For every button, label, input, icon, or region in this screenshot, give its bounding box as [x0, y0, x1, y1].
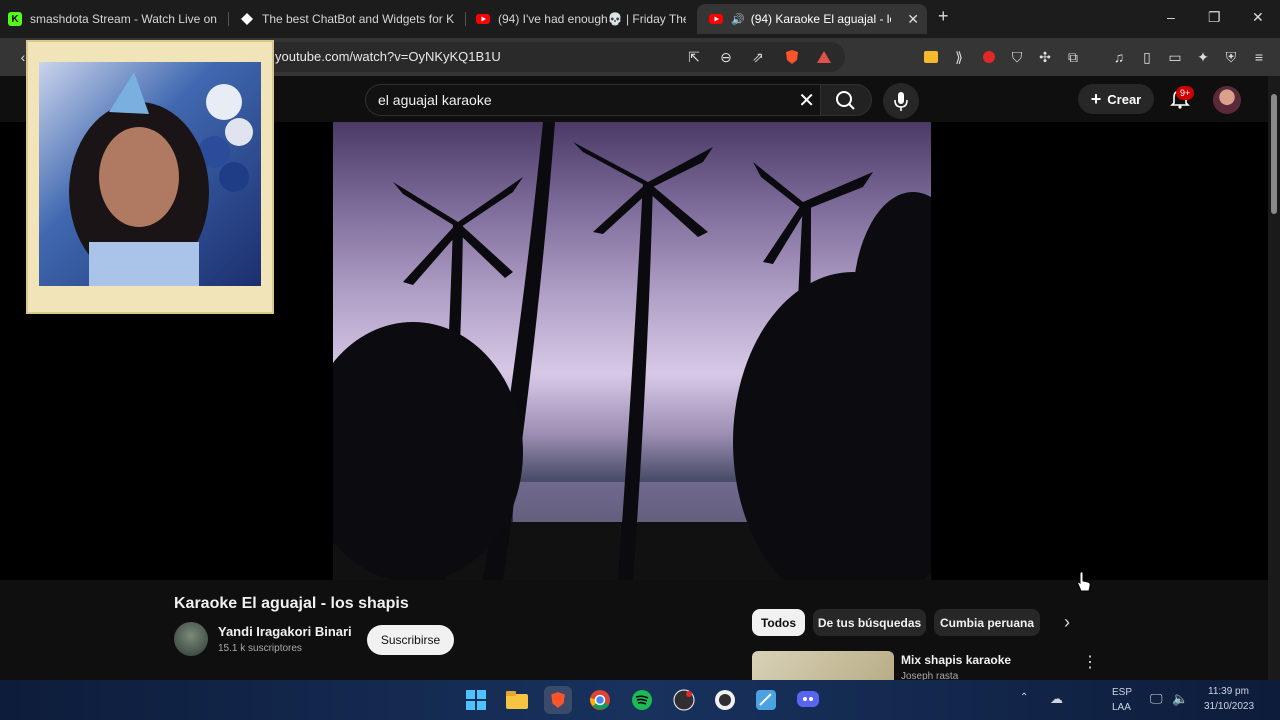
screenshot-icon[interactable]: ⧉ [1064, 48, 1082, 66]
scrollbar-thumb[interactable] [1271, 94, 1277, 214]
zoom-out-icon[interactable]: ⊖ [717, 48, 735, 66]
sidebar-icon[interactable]: ▯ [1138, 48, 1156, 66]
chip-all[interactable]: Todos [752, 609, 805, 636]
chip-from-searches[interactable]: De tus búsquedas [813, 609, 926, 636]
microphone-icon [894, 92, 908, 111]
language-code[interactable]: ESP [1112, 687, 1132, 698]
file-explorer-icon[interactable] [503, 686, 531, 714]
clock-date[interactable]: 31/10/2023 [1204, 701, 1254, 712]
cloud-icon[interactable]: ☁ [1050, 691, 1063, 707]
chrome-icon[interactable] [586, 686, 614, 714]
clear-search-icon[interactable]: ✕ [798, 88, 815, 113]
recommendation-thumbnail[interactable] [752, 651, 894, 680]
windows-start-icon[interactable] [462, 686, 490, 714]
wallet-extension-icon[interactable] [922, 48, 940, 66]
tab-title: (94) I've had enough💀 | Friday The [498, 12, 686, 26]
channel-name[interactable]: Yandi Iragakori Binari [218, 624, 352, 639]
search-button[interactable] [820, 84, 872, 116]
tab-youtube-karaoke[interactable]: 🔊 (94) Karaoke El aguajal - los s ✕ [697, 4, 927, 34]
search-input[interactable]: el aguajal karaoke ✕ [365, 84, 821, 116]
tab-kick[interactable]: K smashdota Stream - Watch Live on K [8, 4, 220, 34]
brave-shield-icon[interactable] [783, 48, 801, 66]
video-title: Karaoke El aguajal - los shapis [174, 595, 409, 612]
open-external-icon[interactable]: ⇱ [685, 48, 703, 66]
browser-tab-strip: K smashdota Stream - Watch Live on K The… [0, 0, 1280, 38]
discord-icon[interactable] [794, 686, 822, 714]
language-layout[interactable]: LAA [1112, 702, 1131, 713]
page-scrollbar[interactable] [1268, 76, 1280, 680]
avatar[interactable] [1213, 86, 1241, 114]
watch-page-details: Karaoke El aguajal - los shapis Yandi Ir… [0, 580, 1268, 682]
red-extension-icon[interactable] [980, 48, 998, 66]
brave-rewards-icon[interactable] [815, 48, 833, 66]
diamond-icon [240, 12, 254, 26]
video-frame[interactable] [333, 122, 931, 580]
menu-icon[interactable]: ≡ [1250, 48, 1268, 66]
volume-icon[interactable]: 🔈 [1172, 691, 1188, 707]
webcam-feed [39, 62, 261, 286]
channel-avatar[interactable] [174, 622, 208, 656]
tab-title: The best ChatBot and Widgets for Ki [262, 12, 454, 26]
create-label: Crear [1107, 91, 1142, 107]
create-button[interactable]: + Crear [1078, 84, 1154, 114]
minimize-button[interactable]: – [1167, 9, 1175, 25]
subscriber-count: 15.1 k suscriptores [218, 643, 302, 654]
tray-chevron-icon[interactable]: ⌃ [1020, 692, 1028, 703]
music-icon[interactable]: ♫ [1110, 48, 1128, 66]
tab-chatbot[interactable]: The best ChatBot and Widgets for Ki [240, 4, 454, 34]
kick-icon: K [8, 12, 22, 26]
url-text: youtube.com/watch?v=OyNKyKQ1B1U [275, 49, 501, 64]
subscribe-button[interactable]: Suscribirse [367, 625, 454, 655]
plus-icon: + [1090, 88, 1102, 109]
search-value: el aguajal karaoke [378, 92, 492, 108]
address-bar[interactable]: youtube.com/watch?v=OyNKyKQ1B1U ⇱ ⊖ ⇗ [255, 42, 845, 72]
leo-ai-icon[interactable]: ✦ [1194, 48, 1212, 66]
notifications-badge: 9+ [1176, 86, 1195, 100]
recommendation-title[interactable]: Mix shapis karaoke [901, 653, 1011, 667]
app-icon[interactable] [752, 686, 780, 714]
streamer-webcam-overlay [26, 40, 274, 314]
chevron-right-icon[interactable]: › [1064, 612, 1070, 633]
spotify-icon[interactable] [628, 686, 656, 714]
youtube-icon [709, 12, 723, 26]
clock-time[interactable]: 11:39 pm [1208, 686, 1249, 697]
video-thumbnail-palm-trees [333, 122, 931, 580]
obs-icon[interactable] [670, 686, 698, 714]
audio-extension-icon[interactable]: ⟫ [950, 48, 968, 66]
tab-title: smashdota Stream - Watch Live on K [30, 12, 220, 26]
wallet-icon[interactable]: ▭ [1166, 48, 1184, 66]
more-options-icon[interactable]: ⋮ [1082, 652, 1098, 672]
new-tab-button[interactable]: + [938, 6, 949, 27]
vpn-shield-icon[interactable]: ⛨ [1222, 48, 1240, 66]
chip-cumbia-peruana[interactable]: Cumbia peruana [934, 609, 1040, 636]
search-icon [836, 91, 855, 110]
hand-cursor-icon [1077, 571, 1091, 592]
brave-browser-icon[interactable] [544, 686, 572, 714]
voice-search-button[interactable] [883, 83, 919, 119]
speaker-icon[interactable]: 🔊 [731, 13, 745, 26]
close-window-button[interactable]: ✕ [1252, 9, 1264, 26]
windows-taskbar: ⌃ ☁ ESP LAA 🖵 🔈 11:39 pm 31/10/2023 [0, 680, 1280, 720]
obs-studio-icon[interactable] [711, 686, 739, 714]
tab-youtube-friday[interactable]: (94) I've had enough💀 | Friday The [476, 4, 686, 34]
tab-title: (94) Karaoke El aguajal - los s [750, 12, 891, 26]
maximize-button[interactable]: ❐ [1208, 9, 1221, 26]
puzzle-icon[interactable]: ✣ [1036, 48, 1054, 66]
network-icon[interactable]: 🖵 [1150, 691, 1163, 707]
close-tab-icon[interactable]: ✕ [907, 11, 919, 28]
shield-extension-icon[interactable]: ⛉ [1008, 48, 1026, 66]
share-icon[interactable]: ⇗ [749, 48, 767, 66]
youtube-icon [476, 12, 490, 26]
